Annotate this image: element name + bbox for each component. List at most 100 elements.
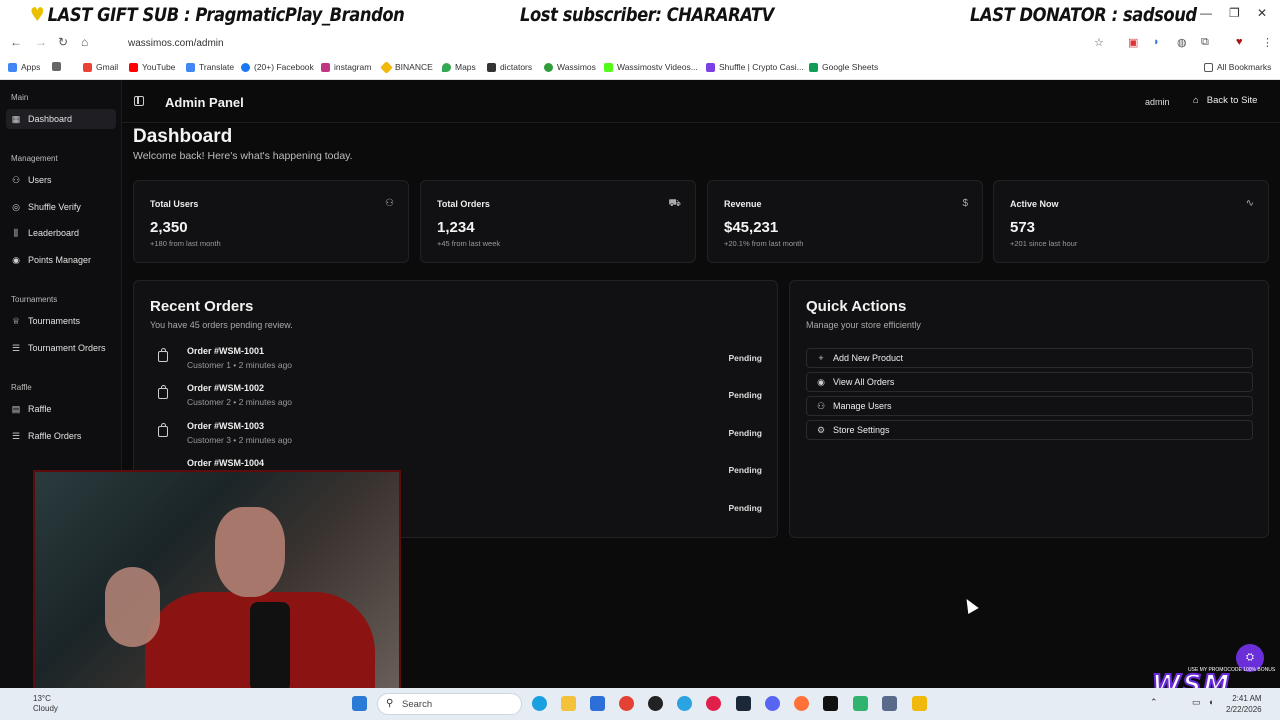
windows-start-icon[interactable] [352,696,367,711]
eye-icon: ◉ [817,376,825,387]
bookmark-youtube[interactable]: YouTube [129,62,175,72]
maximize-icon[interactable]: ❐ [1229,6,1240,20]
chrome-icon[interactable] [619,696,634,711]
sidebar-item-raffle[interactable]: ▤ Raffle [6,399,116,419]
volume-icon[interactable]: ◖ [1208,697,1213,707]
bookmark-maps[interactable]: Maps [442,62,476,72]
app-icon[interactable] [853,696,868,711]
firefox-icon[interactable] [794,696,809,711]
back-arrow-icon[interactable]: ← [10,35,22,49]
opera-icon[interactable] [706,696,721,711]
taskbar-search[interactable]: ⚲ Search [377,693,522,715]
bookmark-apps[interactable]: Apps [8,62,40,72]
dictators-icon [487,62,496,72]
sidebar-item-leaderboard[interactable]: ⫼ Leaderboard [6,223,116,243]
order-row[interactable]: Order #WSM-1003 Customer 3 • 2 minutes a… [150,421,762,451]
bookmark-wassimos[interactable]: Wassimos [544,62,596,72]
view-all-orders-button[interactable]: ◉ View All Orders [806,372,1253,392]
sidebar-item-points-manager[interactable]: ◉ Points Manager [6,250,116,270]
puzzle-icon[interactable]: ⧉ [1201,36,1209,49]
bookmark-google-sheets[interactable]: Google Sheets [809,62,878,72]
manage-users-button[interactable]: ⚇ Manage Users [806,396,1253,416]
minimize-icon[interactable]: — [1200,6,1212,20]
reload-icon[interactable]: ↻ [58,35,68,49]
stat-label: Active Now [1010,199,1059,209]
order-row[interactable]: Order #WSM-1002 Customer 2 • 2 minutes a… [150,383,762,413]
sidebar-item-dashboard[interactable]: ▦ Dashboard [6,109,116,129]
address-bar[interactable]: wassimos.com/admin [110,34,1120,54]
tray-chevron-icon[interactable]: ⌃ [1150,697,1158,708]
app-icon[interactable] [882,696,897,711]
bookmark-star-icon[interactable]: ☆ [1094,36,1104,49]
profile-icon[interactable]: ♥ [1236,36,1243,48]
stat-card-revenue: Revenue $ $45,231 +20.1% from last month [707,180,983,263]
back-to-site-link[interactable]: ⌂ Back to Site [1193,95,1257,106]
folder-icon [1204,62,1213,72]
order-row[interactable]: Order #WSM-1001 Customer 1 • 2 minutes a… [150,346,762,376]
all-bookmarks-button[interactable]: All Bookmarks [1204,62,1271,72]
weather-widget[interactable]: 13°C Cloudy [33,694,58,714]
facebook-icon [241,62,250,72]
store-icon[interactable] [590,696,605,711]
sidebar-section-management: Management [11,154,58,163]
extension-icon[interactable]: ▣ [1128,36,1138,49]
order-status-badge: Pending [728,428,762,438]
bookmark-instagram[interactable]: instagram [321,62,371,72]
stat-value: $45,231 [724,219,779,236]
order-status-badge: Pending [728,390,762,400]
shopping-bag-icon [158,423,168,437]
binance-icon[interactable] [912,696,927,711]
binance-icon [380,60,393,74]
file-explorer-icon[interactable] [561,696,576,711]
capcut-icon[interactable] [823,696,838,711]
edge-icon[interactable] [532,696,547,711]
store-settings-button[interactable]: ⚙ Store Settings [806,420,1253,440]
bookmark-gmail[interactable]: Gmail [83,62,118,72]
close-window-icon[interactable]: ✕ [1257,6,1267,20]
obs-icon[interactable] [648,696,663,711]
user-role-badge: admin [1145,97,1170,107]
recent-orders-subtitle: You have 45 orders pending review. [150,320,293,330]
bookmark-facebook[interactable]: (20+) Facebook [241,62,314,72]
order-id: Order #WSM-1003 [187,421,265,431]
users-icon: ⚇ [11,174,21,185]
gear-icon: ⚙ [816,424,826,435]
wassimos-icon [544,62,553,72]
sidebar-item-tournaments[interactable]: ♕ Tournaments [6,311,116,331]
stat-change: +45 from last week [437,239,501,248]
stat-value: 2,350 [150,219,188,236]
order-id: Order #WSM-1002 [187,383,265,393]
coins-icon: ◉ [12,254,20,265]
bookmark-grid[interactable] [52,62,61,71]
discord-icon[interactable] [765,696,780,711]
trophy-icon: ♕ [11,315,21,326]
bookmark-translate[interactable]: Translate [186,62,234,72]
extension-icon[interactable]: ◍ [1177,36,1187,49]
bookmark-shuffle[interactable]: Shuffle | Crypto Casi... [706,62,804,72]
bookmark-wassimostv[interactable]: Wassimostv Videos... [604,62,698,72]
stat-value: 573 [1010,219,1036,236]
steam-icon[interactable] [736,696,751,711]
webcam-person-face [215,507,285,597]
forward-arrow-icon[interactable]: → [35,35,47,49]
order-meta: Customer 3 • 2 minutes ago [187,435,293,445]
home-icon[interactable]: ⌂ [81,35,88,49]
extension-icon[interactable]: ◗ [1153,36,1160,48]
add-new-product-button[interactable]: + Add New Product [806,348,1253,368]
bookmark-binance[interactable]: BINANCE [380,60,433,74]
sidebar-toggle-icon[interactable] [134,96,144,106]
taskbar-clock[interactable]: 2:41 AM 2/22/2026 [1226,693,1262,715]
dollar-icon: $ [962,198,968,209]
mouse-cursor-icon [961,595,979,615]
network-icon[interactable]: ▭ [1192,697,1201,708]
telegram-icon[interactable] [677,696,692,711]
sidebar-item-raffle-orders[interactable]: ☰ Raffle Orders [6,426,116,446]
apps-grid-icon [8,62,17,72]
admin-header: Admin Panel admin ⌂ Back to Site [122,80,1280,123]
kebab-menu-icon[interactable]: ⋮ [1262,36,1273,49]
sidebar-item-tournament-orders[interactable]: ☰ Tournament Orders [6,338,116,358]
microphone-icon [250,602,290,692]
bookmark-dictators[interactable]: dictators [487,62,532,72]
sidebar-item-shuffle-verify[interactable]: ◎ Shuffle Verify [6,197,116,217]
sidebar-item-users[interactable]: ⚇ Users [6,170,116,190]
